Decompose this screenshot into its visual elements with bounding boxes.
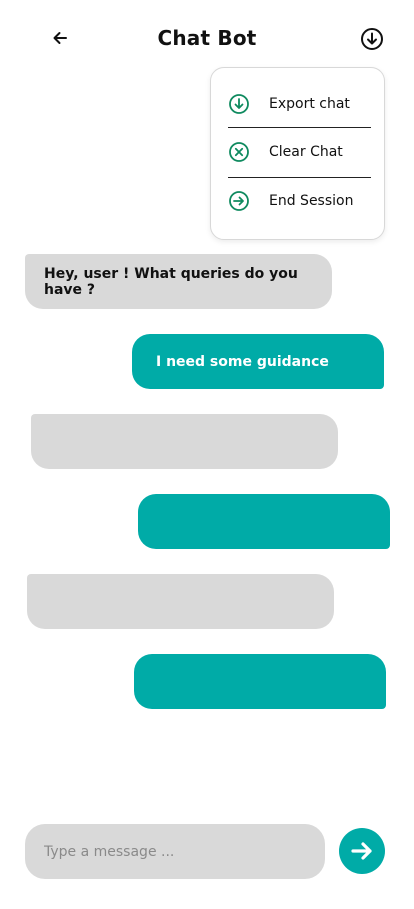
message-text: I need some guidance	[156, 353, 329, 370]
user-message-bubble: I need some guidance	[132, 334, 384, 389]
user-message-bubble	[138, 494, 390, 549]
circle-x-icon	[229, 142, 249, 162]
menu-divider	[228, 177, 371, 178]
menu-button[interactable]	[359, 26, 385, 52]
message-input[interactable]	[25, 824, 325, 879]
arrow-right-icon	[351, 842, 372, 860]
app-header: Chat Bot	[0, 0, 414, 70]
bot-message-bubble	[31, 414, 338, 469]
menu-item-export-chat[interactable]: Export chat	[211, 84, 386, 124]
send-button[interactable]	[339, 828, 385, 874]
menu-item-end-session[interactable]: End Session	[211, 181, 386, 221]
menu-item-label: Export chat	[269, 96, 350, 112]
options-menu: Export chat Clear Chat End Session	[210, 67, 385, 240]
message-text: Hey, user ! What queries do you have ?	[44, 265, 298, 298]
user-message-bubble	[134, 654, 386, 709]
menu-item-label: Clear Chat	[269, 144, 343, 160]
circle-arrow-down-icon	[229, 94, 249, 114]
message-composer	[25, 824, 325, 879]
page-title: Chat Bot	[157, 26, 257, 50]
menu-divider	[228, 127, 371, 128]
bot-message-bubble: Hey, user ! What queries do you have ?	[25, 254, 332, 309]
menu-item-label: End Session	[269, 193, 354, 209]
circle-arrow-right-icon	[229, 191, 249, 211]
menu-item-clear-chat[interactable]: Clear Chat	[211, 132, 386, 172]
circle-arrow-down-icon	[361, 28, 383, 50]
bot-message-bubble	[27, 574, 334, 629]
